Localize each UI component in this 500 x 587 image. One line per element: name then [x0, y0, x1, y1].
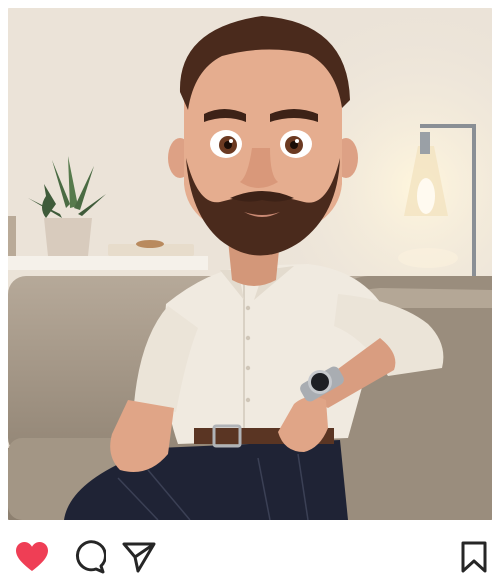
instagram-post: [0, 0, 500, 587]
bookmark-icon: [461, 541, 487, 573]
comment-bubble-icon: [75, 540, 106, 574]
post-illustration: [8, 8, 492, 520]
send-paper-plane-icon: [122, 542, 156, 573]
like-button[interactable]: [14, 540, 50, 574]
share-button[interactable]: [121, 540, 157, 574]
post-action-bar: [0, 520, 500, 587]
heart-filled-icon: [16, 542, 48, 571]
post-image[interactable]: [8, 8, 492, 520]
comment-button[interactable]: [70, 540, 106, 574]
save-button[interactable]: [456, 540, 492, 574]
